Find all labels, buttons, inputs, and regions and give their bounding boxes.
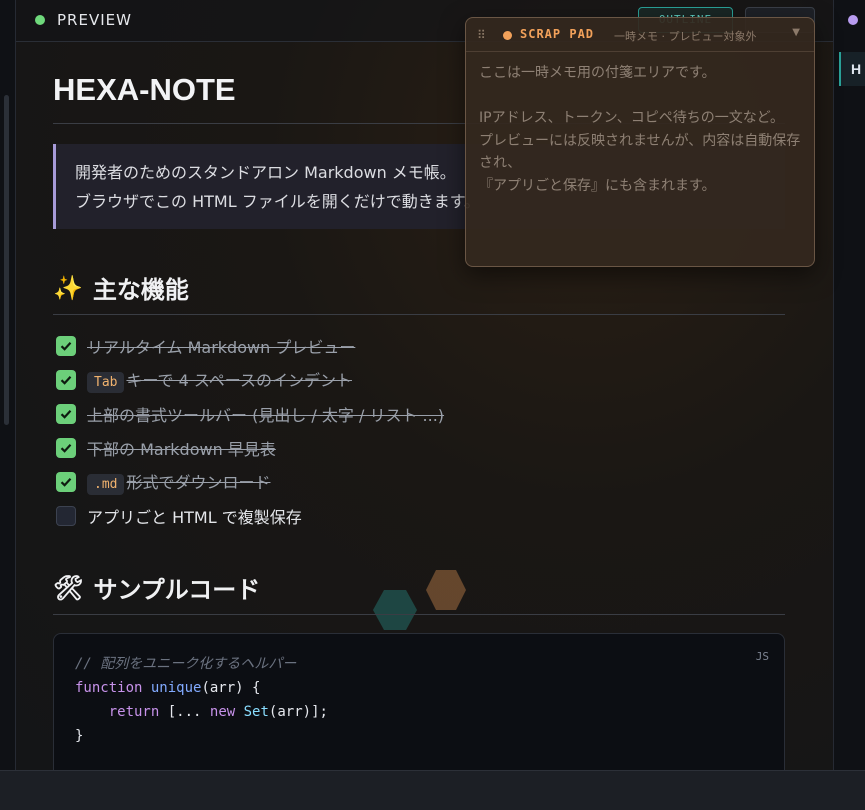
code-spread: [...: [159, 704, 202, 720]
code-line: return [... new Set(arr)];: [75, 700, 763, 724]
scrap-pad-subtitle: 一時メモ · プレビュー対象外: [614, 30, 757, 43]
checkbox-checked[interactable]: [56, 404, 76, 424]
checkbox-checked[interactable]: [56, 370, 76, 390]
code-args: (arr)];: [268, 704, 328, 720]
task-text: 下部の Markdown 早見表: [87, 440, 276, 459]
tools-icon: 🛠: [53, 573, 84, 602]
outline-item[interactable]: H: [839, 52, 865, 86]
sample-heading-text: サンプルコード: [93, 576, 261, 604]
outline-pane: H: [833, 0, 865, 770]
task-text: Tab キーで 4 スペースのインデント: [87, 367, 352, 393]
checkmark-icon: [60, 444, 72, 453]
checkbox-unchecked[interactable]: [56, 506, 76, 526]
bottom-bar: [0, 770, 865, 810]
task-item: アプリごと HTML で複製保存: [53, 499, 785, 533]
task-item: 下部の Markdown 早見表: [53, 431, 785, 465]
checkmark-icon: [60, 410, 72, 419]
inline-code: Tab: [87, 372, 125, 393]
checkmark-icon: [60, 478, 72, 487]
drag-handle-icon[interactable]: ⠿: [477, 28, 486, 42]
task-text-rest: 形式でダウンロード: [126, 473, 271, 492]
code-language-tag: JS: [755, 650, 769, 663]
task-item: リアルタイム Markdown プレビュー: [53, 329, 785, 363]
task-text: 上部の書式ツールバー (見出し / 太字 / リスト ...): [87, 406, 445, 425]
scrap-pad-title: SCRAP PAD: [520, 27, 595, 41]
scrap-dot-icon: [503, 31, 512, 40]
inline-code: .md: [87, 474, 125, 495]
sparkles-icon: ✨: [53, 273, 83, 302]
code-keyword: return: [108, 704, 160, 720]
outline-status-dot-icon: [848, 15, 858, 25]
scrap-pad-header[interactable]: ⠿ SCRAP PAD 一時メモ · プレビュー対象外 ▼: [466, 18, 814, 52]
code-keyword: function: [75, 680, 143, 696]
code-block: JS // 配列をユニーク化するヘルパー function unique(arr…: [53, 633, 785, 783]
task-text: .md 形式でダウンロード: [87, 469, 271, 495]
code-type: Set: [243, 704, 269, 720]
task-item: 上部の書式ツールバー (見出し / 太字 / リスト ...): [53, 397, 785, 431]
editor-pane-edge: [0, 0, 16, 770]
code-comment: // 配列をユニーク化するヘルパー: [75, 656, 297, 672]
editor-scrollbar[interactable]: [4, 95, 9, 425]
task-item: Tab キーで 4 スペースのインデント: [53, 363, 785, 397]
scrap-pad-textarea[interactable]: ここは一時メモ用の付箋エリアです。 IPアドレス、トークン、コピペ待ちの一文など…: [466, 52, 814, 208]
task-text-rest: キーで 4 スペースのインデント: [126, 371, 352, 390]
checkmark-icon: [60, 376, 72, 385]
code-keyword: new: [209, 704, 236, 720]
features-heading: ✨ 主な機能: [53, 271, 785, 315]
task-item: .md 形式でダウンロード: [53, 465, 785, 499]
task-text: アプリごと HTML で複製保存: [87, 508, 302, 527]
pane-title: PREVIEW: [57, 11, 132, 29]
checkbox-checked[interactable]: [56, 336, 76, 356]
status-dot-icon: [35, 15, 45, 25]
task-text: リアルタイム Markdown プレビュー: [87, 338, 356, 357]
features-heading-text: 主な機能: [92, 276, 189, 304]
scrap-pad[interactable]: ⠿ SCRAP PAD 一時メモ · プレビュー対象外 ▼ ここは一時メモ用の付…: [465, 17, 815, 267]
collapse-caret-icon[interactable]: ▼: [792, 27, 800, 38]
code-line: }: [75, 728, 84, 744]
checkmark-icon: [60, 342, 72, 351]
sample-code-heading: 🛠 サンプルコード: [53, 571, 785, 615]
code-function-name: unique: [150, 680, 202, 696]
checkbox-checked[interactable]: [56, 472, 76, 492]
feature-list: リアルタイム Markdown プレビュー Tab キーで 4 スペースのインデン…: [53, 329, 785, 533]
code-line: function unique(arr) {: [75, 676, 763, 700]
checkbox-checked[interactable]: [56, 438, 76, 458]
code-params: (arr) {: [201, 680, 261, 696]
